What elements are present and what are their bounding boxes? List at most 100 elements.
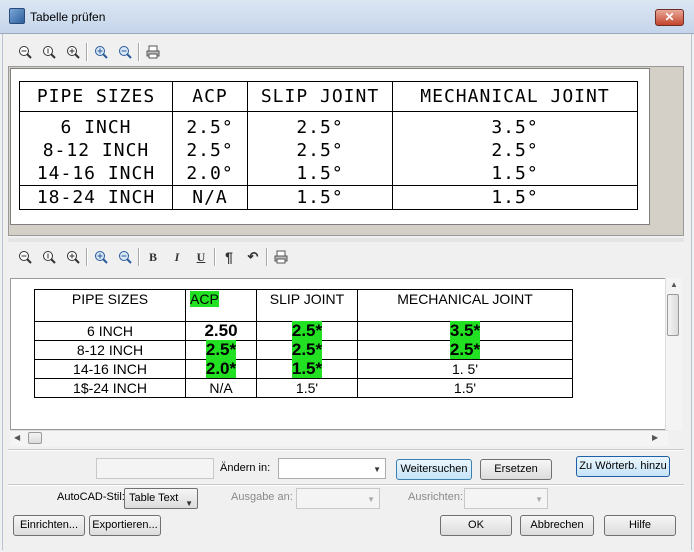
preview-cell-acp: 2.5° 2.5° 2.0°	[172, 111, 248, 186]
editor-cell[interactable]: 1. 5'	[357, 359, 573, 379]
horizontal-scrollbar[interactable]	[10, 430, 668, 446]
chevron-down-icon: ▼	[367, 495, 375, 504]
preview-toolbar	[14, 41, 164, 63]
editor-cell[interactable]: 1.5'	[357, 378, 573, 398]
preview-value: 1.5°	[491, 163, 539, 184]
preview-size: 6 INCH	[60, 117, 132, 138]
preview-header-mechanical-joint: MECHANICAL JOINT	[392, 81, 638, 112]
editor-cell[interactable]: N/A	[185, 378, 257, 398]
preview-value: 2.5°	[296, 140, 344, 161]
zoom-out-icon[interactable]	[14, 246, 36, 268]
flagged-word: 2.0*	[205, 359, 237, 378]
editor-cell[interactable]: 2.5*	[256, 321, 358, 341]
preview-value: 2.5°	[491, 140, 539, 161]
preview-size: 14-16 INCH	[36, 163, 156, 184]
italic-button[interactable]: I	[166, 246, 188, 268]
flagged-word: 1.5*	[291, 359, 323, 378]
ok-button[interactable]: OK	[440, 515, 512, 536]
editor-header-slip-joint[interactable]: SLIP JOINT	[256, 289, 358, 322]
editor-cell[interactable]: 2.5*	[185, 340, 257, 360]
autocad-style-dropdown[interactable]: Table Text ▼	[124, 488, 198, 509]
preview-last-size: 18-24 INCH	[19, 185, 173, 210]
preview-header-slip-joint: SLIP JOINT	[247, 81, 393, 112]
find-next-button[interactable]: Weitersuchen	[396, 459, 472, 480]
editor-cell[interactable]: 1.5*	[256, 359, 358, 379]
editor-cell[interactable]: 8-12 INCH	[34, 340, 186, 360]
editor-cell[interactable]: 2.50	[185, 321, 257, 341]
zoom-extents-icon[interactable]	[90, 41, 112, 63]
align-dropdown: ▼	[464, 488, 548, 509]
output-label: Ausgabe an:	[231, 491, 293, 503]
zoom-reset-icon[interactable]	[38, 41, 60, 63]
pane-splitter[interactable]	[8, 238, 684, 242]
cancel-button[interactable]: Abbrechen	[520, 515, 594, 536]
zoom-in-icon[interactable]	[62, 246, 84, 268]
output-dropdown: ▼	[296, 488, 380, 509]
table-editor[interactable]: PIPE SIZES ACP SLIP JOINT MECHANICAL JOI…	[10, 278, 668, 430]
add-to-dictionary-button[interactable]: Zu Wörterb. hinzu	[576, 456, 670, 477]
chevron-down-icon: ▼	[185, 499, 193, 508]
editor-table: PIPE SIZES ACP SLIP JOINT MECHANICAL JOI…	[34, 289, 573, 398]
editor-toolbar: B I U ¶ ↶	[14, 246, 292, 268]
scroll-right-icon[interactable]: ▶	[652, 433, 658, 442]
preview-table: PIPE SIZES ACP SLIP JOINT MECHANICAL JOI…	[19, 81, 638, 210]
editor-header-pipe-sizes[interactable]: PIPE SIZES	[34, 289, 186, 322]
editor-cell[interactable]: 1$-24 INCH	[34, 378, 186, 398]
editor-header-acp[interactable]: ACP	[185, 289, 257, 322]
replace-button[interactable]: Ersetzen	[480, 459, 552, 480]
zoom-out-icon[interactable]	[14, 41, 36, 63]
flagged-word: 3.5*	[449, 321, 481, 340]
bold-button[interactable]: B	[142, 246, 164, 268]
change-to-label: Ändern in:	[220, 462, 271, 474]
preview-value: 2.0°	[186, 163, 234, 184]
align-label: Ausrichten:	[408, 491, 464, 503]
preview-cell-slip: 2.5° 2.5° 1.5°	[247, 111, 393, 186]
editor-cell[interactable]: 2.0*	[185, 359, 257, 379]
zoom-previous-icon[interactable]	[114, 41, 136, 63]
close-button[interactable]: ✕	[655, 9, 684, 26]
scroll-left-icon[interactable]: ◀	[14, 433, 20, 442]
print-icon[interactable]	[270, 246, 292, 268]
zoom-extents-icon[interactable]	[90, 246, 112, 268]
editor-cell[interactable]: 6 INCH	[34, 321, 186, 341]
preview-last-slip: 1.5°	[247, 185, 393, 210]
paragraph-button[interactable]: ¶	[218, 246, 240, 268]
preview-value: 2.5°	[186, 140, 234, 161]
zoom-reset-icon[interactable]	[38, 246, 60, 268]
preview-cell-mech: 3.5° 2.5° 1.5°	[392, 111, 638, 186]
window-title: Tabelle prüfen	[30, 10, 106, 24]
autocad-style-value: Table Text	[129, 492, 179, 504]
preview-cell-sizes: 6 INCH 8-12 INCH 14-16 INCH	[19, 111, 173, 186]
flagged-word: 2.5*	[449, 340, 481, 359]
preview-size: 8-12 INCH	[42, 140, 150, 161]
table-preview: PIPE SIZES ACP SLIP JOINT MECHANICAL JOI…	[10, 68, 650, 225]
flagged-word: 2.5*	[291, 321, 323, 340]
vertical-scroll-thumb[interactable]	[667, 294, 679, 336]
undo-button[interactable]: ↶	[242, 246, 264, 268]
editor-cell[interactable]: 2.5*	[256, 340, 358, 360]
flagged-word: 2.5*	[291, 340, 323, 359]
underline-button[interactable]: U	[190, 246, 212, 268]
scroll-up-icon[interactable]: ▲	[670, 280, 678, 289]
preview-last-acp: N/A	[172, 185, 248, 210]
change-to-combobox[interactable]: ▼	[278, 458, 386, 479]
editor-header-mechanical-joint[interactable]: MECHANICAL JOINT	[357, 289, 573, 322]
print-icon[interactable]	[142, 41, 164, 63]
zoom-previous-icon[interactable]	[114, 246, 136, 268]
toolbar-separator	[86, 43, 88, 61]
horizontal-scroll-thumb[interactable]	[28, 432, 42, 444]
zoom-in-icon[interactable]	[62, 41, 84, 63]
editor-cell[interactable]: 2.5*	[357, 340, 573, 360]
editor-cell[interactable]: 1.5'	[256, 378, 358, 398]
preview-value: 2.5°	[296, 117, 344, 138]
editor-cell[interactable]: 3.5*	[357, 321, 573, 341]
help-button[interactable]: Hilfe	[604, 515, 676, 536]
toolbar-separator	[214, 248, 216, 266]
setup-button[interactable]: Einrichten...	[13, 515, 85, 536]
preview-value: 3.5°	[491, 117, 539, 138]
preview-value: 2.5°	[186, 117, 234, 138]
editor-cell[interactable]: 14-16 INCH	[34, 359, 186, 379]
app-icon	[9, 8, 25, 24]
export-button[interactable]: Exportieren...	[89, 515, 161, 536]
flagged-word: 2.5*	[205, 340, 237, 359]
